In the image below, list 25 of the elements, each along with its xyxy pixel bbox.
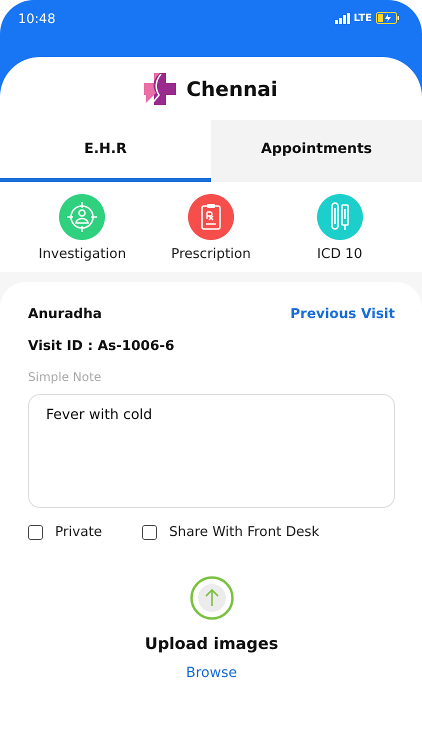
upload-title: Upload images bbox=[144, 634, 278, 653]
checkbox-label: Share With Front Desk bbox=[169, 524, 320, 540]
checkbox[interactable] bbox=[28, 524, 43, 540]
status-time: 10:48 bbox=[18, 12, 56, 27]
tab[interactable]: Appointments bbox=[211, 120, 422, 182]
battery-icon bbox=[376, 12, 400, 24]
shortcut-label[interactable]: Investigation bbox=[38, 246, 126, 262]
previous-visit-link[interactable]: Previous Visit bbox=[290, 306, 395, 322]
note-field[interactable]: Fever with cold bbox=[28, 394, 395, 508]
network-label: LTE bbox=[354, 12, 372, 24]
checkbox[interactable] bbox=[142, 524, 158, 540]
thermometer-icon[interactable] bbox=[316, 194, 363, 240]
shortcut-label[interactable]: Prescription bbox=[171, 246, 251, 262]
visit-id: Visit ID : As-1006-6 bbox=[28, 338, 176, 354]
logo-icon bbox=[144, 72, 176, 104]
person-target-icon[interactable] bbox=[59, 194, 106, 240]
clinic-name: Chennai bbox=[186, 76, 278, 100]
note-label: Simple Note bbox=[28, 370, 102, 384]
clipboard-icon[interactable] bbox=[188, 194, 234, 240]
upload-icon[interactable] bbox=[190, 576, 234, 620]
signal-icon bbox=[334, 12, 350, 24]
patient-name: Anuradha bbox=[28, 306, 102, 322]
checkbox-label: Private bbox=[55, 524, 102, 540]
shortcut-label[interactable]: ICD 10 bbox=[317, 246, 362, 262]
browse-link[interactable]: Browse bbox=[186, 665, 237, 681]
